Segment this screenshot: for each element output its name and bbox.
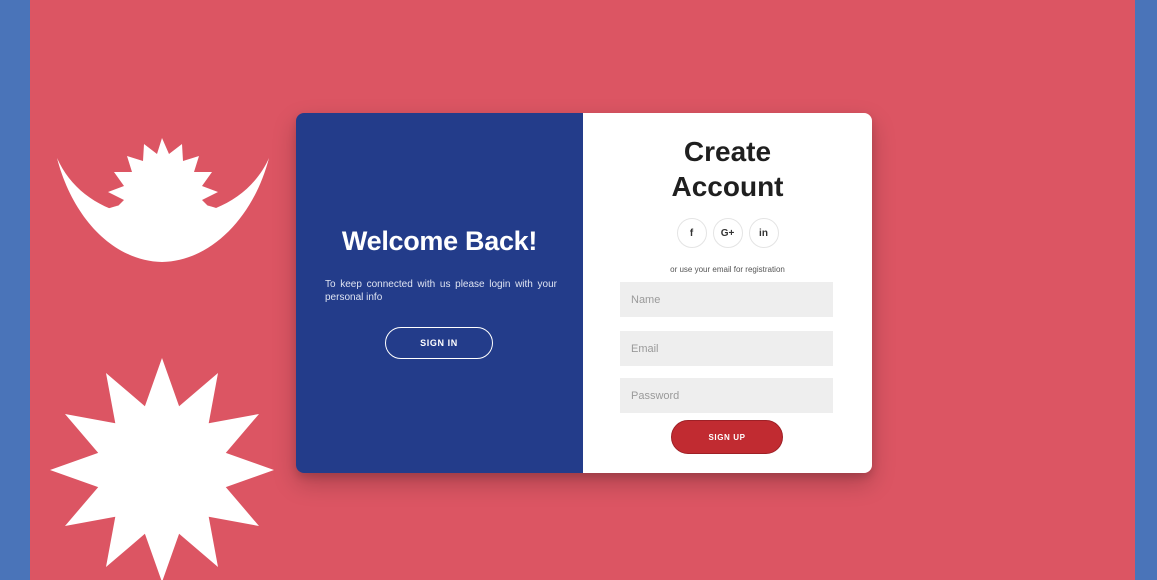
auth-card: Welcome Back! To keep connected with us … bbox=[296, 113, 872, 473]
welcome-title: Welcome Back! bbox=[341, 226, 538, 256]
signup-panel: Create Account f G+ in or use your email… bbox=[583, 113, 872, 473]
moon-emblem-icon bbox=[57, 138, 269, 262]
password-field[interactable] bbox=[620, 378, 833, 413]
name-field[interactable] bbox=[620, 282, 833, 317]
sign-in-button[interactable]: SIGN IN bbox=[385, 327, 493, 359]
left-border bbox=[0, 0, 30, 580]
linkedin-icon[interactable]: in bbox=[748, 218, 779, 248]
welcome-panel: Welcome Back! To keep connected with us … bbox=[296, 113, 583, 473]
right-border bbox=[1135, 0, 1157, 580]
welcome-message: To keep connected with us please login w… bbox=[325, 279, 557, 303]
facebook-icon[interactable]: f bbox=[676, 218, 707, 248]
email-field[interactable] bbox=[620, 331, 833, 366]
registration-hint: or use your email for registration bbox=[670, 265, 785, 274]
sun-emblem-icon bbox=[50, 358, 274, 580]
sign-up-button[interactable]: SIGN UP bbox=[671, 420, 783, 454]
google-plus-icon[interactable]: G+ bbox=[712, 218, 743, 248]
page-background: Welcome Back! To keep connected with us … bbox=[0, 0, 1157, 580]
social-buttons: f G+ in bbox=[583, 218, 872, 248]
create-account-title: Create Account bbox=[671, 136, 784, 202]
